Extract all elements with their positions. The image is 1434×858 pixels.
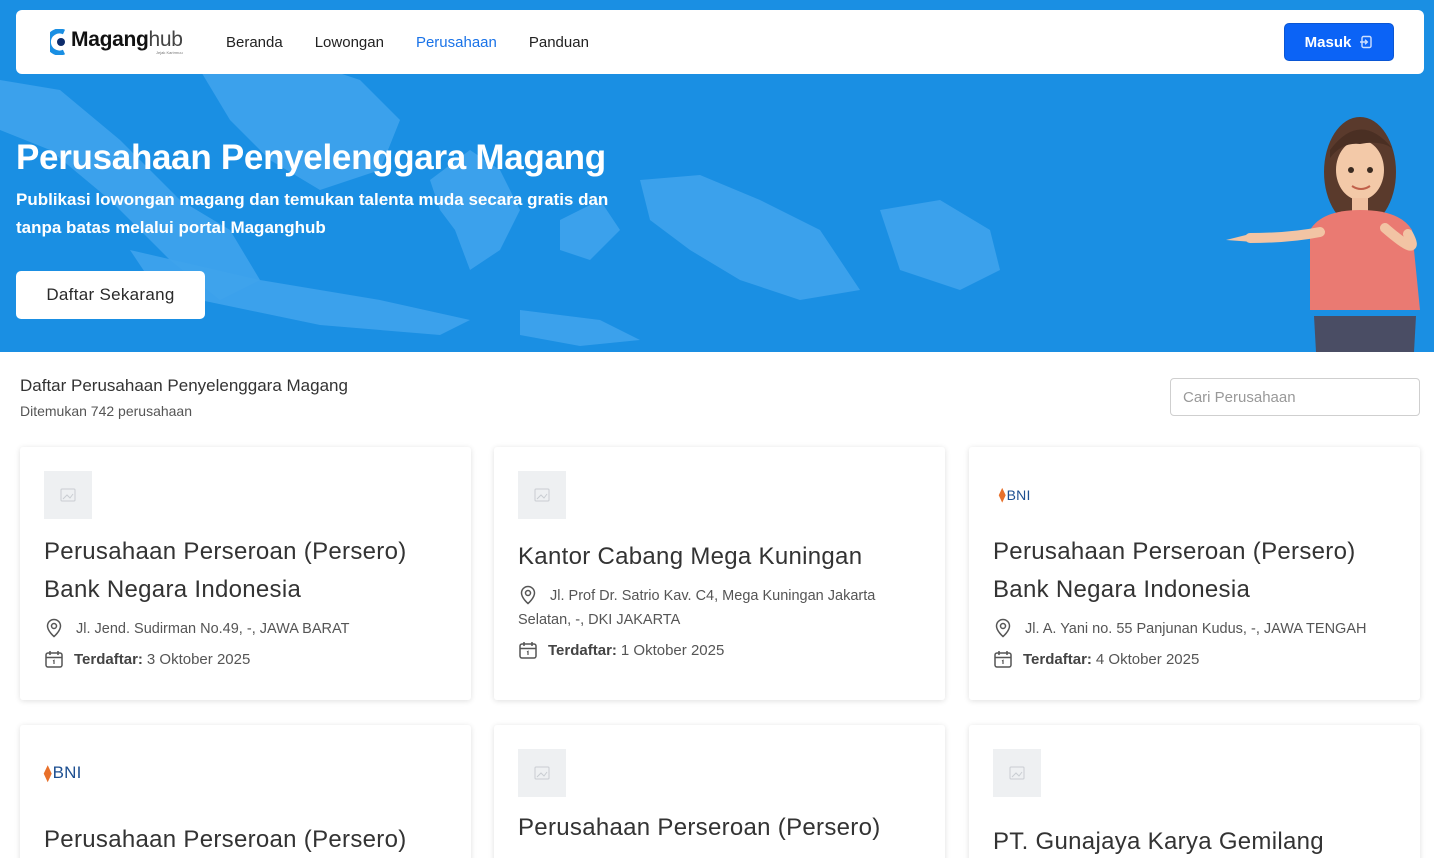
brand-name-bold: Magang [71,28,149,51]
company-logo-placeholder [518,749,566,797]
company-address: Jl. Prof Dr. Satrio Kav. C4, Mega Kuning… [518,584,921,632]
calendar-icon [994,651,1012,668]
login-button[interactable]: Masuk [1284,23,1394,61]
hero-title: Perusahaan Penyelenggara Magang [16,138,606,177]
image-placeholder-icon [60,488,76,502]
location-pin-icon [520,585,536,605]
calendar-icon [519,642,537,659]
company-name[interactable]: Perusahaan Perseroan (Persero) [518,809,921,847]
company-search-input[interactable] [1170,378,1420,416]
company-card[interactable]: Perusahaan Perseroan (Persero) [494,725,945,858]
registered-label: Terdaftar: [548,641,617,659]
company-name[interactable]: Kantor Cabang Mega Kuningan [518,538,921,576]
mascot-illustration [1226,117,1420,352]
image-placeholder-icon [534,488,550,502]
bni-logo-text: BNI [1006,487,1031,503]
login-icon [1360,35,1373,49]
company-card[interactable]: ⧫ BNI Perusahaan Perseroan (Persero) [20,725,471,858]
company-logo-placeholder [44,471,92,519]
company-card[interactable]: Perusahaan Perseroan (Persero) Bank Nega… [20,447,471,700]
company-registered: Terdaftar: 3 Oktober 2025 [44,649,447,669]
brand-logo[interactable]: Maganghub Jejak Karirmuu [50,29,226,55]
image-placeholder-icon [534,766,550,780]
list-title: Daftar Perusahaan Penyelenggara Magang [20,376,348,395]
hero-subtitle: Publikasi lowongan magang dan temukan ta… [16,190,609,237]
nav-lowongan[interactable]: Lowongan [315,34,384,51]
bni-logo-text: BNI [52,763,82,782]
company-name[interactable]: PT. Gunajaya Karya Gemilang [993,823,1396,858]
registered-date: 4 Oktober 2025 [1095,650,1200,668]
registered-date: 3 Oktober 2025 [146,650,251,668]
company-name[interactable]: Perusahaan Perseroan (Persero) Bank Nega… [44,533,447,609]
bni-logo: ⧫ BNI [999,487,1031,503]
calendar-icon [45,651,63,668]
company-address-text: Jl. Prof Dr. Satrio Kav. C4, Mega Kuning… [518,588,876,628]
nav-perusahaan[interactable]: Perusahaan [416,34,497,51]
company-card[interactable]: Kantor Cabang Mega Kuningan Jl. Prof Dr.… [494,447,945,700]
company-card[interactable]: ⧫ BNI Perusahaan Perseroan (Persero) Bank… [969,447,1420,700]
location-pin-icon [995,618,1011,638]
brand-mark-icon [50,29,66,55]
image-placeholder-icon [1009,766,1025,780]
login-label: Masuk [1304,33,1352,51]
registered-label: Terdaftar: [1023,650,1092,668]
company-address-text: Jl. A. Yani no. 55 Panjunan Kudus, -, JA… [1025,621,1367,637]
top-navbar: Maganghub Jejak Karirmuu Beranda Lowonga… [16,10,1424,74]
company-logo-placeholder [518,471,566,519]
company-address: Jl. Jend. Sudirman No.49, -, JAWA BARAT [44,617,447,641]
company-logo-placeholder [993,749,1041,797]
company-registered: Terdaftar: 1 Oktober 2025 [518,640,921,660]
result-count: Ditemukan 742 perusahaan [20,403,193,419]
hero-banner: Maganghub Jejak Karirmuu Beranda Lowonga… [0,0,1434,352]
brand-name-light: hub [148,28,183,51]
bni-logo: ⧫ BNI [44,763,82,782]
company-address-text: Jl. Jend. Sudirman No.49, -, JAWA BARAT [76,621,350,637]
company-name[interactable]: Perusahaan Perseroan (Persero) Bank Nega… [993,533,1396,609]
register-now-button[interactable]: Daftar Sekarang [16,271,205,319]
nav-beranda[interactable]: Beranda [226,34,283,51]
brand-tagline: Jejak Karirmuu [156,50,183,55]
nav-links: Beranda Lowongan Perusahaan Panduan [226,34,621,51]
company-registered: Terdaftar: 4 Oktober 2025 [993,649,1396,669]
nav-panduan[interactable]: Panduan [529,34,589,51]
company-address: Jl. A. Yani no. 55 Panjunan Kudus, -, JA… [993,617,1396,641]
company-name[interactable]: Perusahaan Perseroan (Persero) [44,821,447,858]
company-card[interactable]: PT. Gunajaya Karya Gemilang [969,725,1420,858]
location-pin-icon [46,618,62,638]
registered-label: Terdaftar: [74,650,143,668]
registered-date: 1 Oktober 2025 [620,641,725,659]
